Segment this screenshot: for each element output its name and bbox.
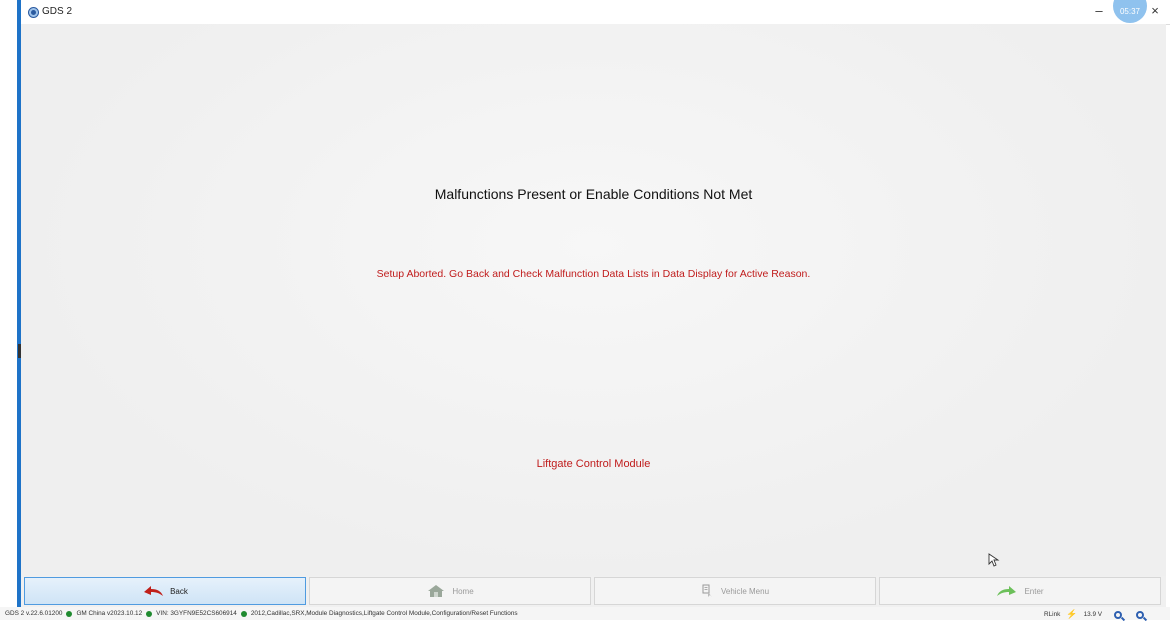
link-label: RLink bbox=[1044, 611, 1061, 618]
back-arrow-icon bbox=[144, 586, 164, 596]
status-dot bbox=[146, 610, 153, 617]
back-button[interactable]: Back bbox=[24, 577, 306, 605]
home-button-label: Home bbox=[452, 586, 474, 596]
cursor-icon bbox=[988, 553, 1000, 567]
minimize-button[interactable]: – bbox=[1091, 2, 1107, 20]
navigation-bar: Back Home Vehicle Menu Enter bbox=[21, 576, 1166, 607]
bolt-icon: ⚡ bbox=[1066, 609, 1078, 619]
close-button[interactable]: × bbox=[1147, 2, 1163, 20]
zoom-in-icon[interactable] bbox=[1136, 610, 1145, 619]
enter-button-label: Enter bbox=[1024, 586, 1044, 596]
status-right: RLink ⚡ 13.9 V bbox=[1044, 609, 1145, 620]
clock-badge: 05:37 bbox=[1113, 0, 1147, 23]
app-icon bbox=[28, 7, 39, 18]
title-bar: GDS 2 – 05:37 × bbox=[21, 0, 1170, 25]
status-dot bbox=[66, 610, 73, 617]
enter-arrow-icon bbox=[997, 586, 1017, 596]
vin-number: VIN: 3GYFN9E52CS606914 bbox=[156, 610, 237, 617]
enter-button[interactable]: Enter bbox=[879, 577, 1161, 605]
window-title: GDS 2 bbox=[42, 6, 73, 17]
vehicle-menu-button[interactable]: Vehicle Menu bbox=[594, 577, 876, 605]
page-title: Malfunctions Present or Enable Condition… bbox=[434, 186, 753, 202]
back-button-label: Back bbox=[170, 586, 188, 596]
error-message: Setup Aborted. Go Back and Check Malfunc… bbox=[376, 268, 811, 280]
main-content: Malfunctions Present or Enable Condition… bbox=[21, 24, 1166, 576]
software-version: GDS 2 v.22.6.01200 bbox=[5, 610, 63, 617]
home-icon bbox=[428, 585, 445, 597]
battery-voltage: 13.9 V bbox=[1083, 611, 1103, 618]
zoom-out-icon[interactable] bbox=[1114, 610, 1123, 619]
status-bar: GDS 2 v.22.6.01200 GM China v2023.10.12 … bbox=[0, 607, 1170, 620]
database-version: GM China v2023.10.12 bbox=[76, 610, 143, 617]
vehicle-menu-icon bbox=[702, 584, 712, 597]
vehicle-menu-button-label: Vehicle Menu bbox=[720, 586, 770, 596]
resize-handle[interactable] bbox=[18, 344, 21, 358]
navigation-path: 2012,Cadillac,SRX,Module Diagnostics,Lif… bbox=[250, 610, 518, 617]
status-left: GDS 2 v.22.6.01200 GM China v2023.10.12 … bbox=[5, 610, 518, 617]
home-button[interactable]: Home bbox=[309, 577, 591, 605]
module-name: Liftgate Control Module bbox=[536, 458, 651, 470]
status-dot bbox=[240, 610, 247, 617]
